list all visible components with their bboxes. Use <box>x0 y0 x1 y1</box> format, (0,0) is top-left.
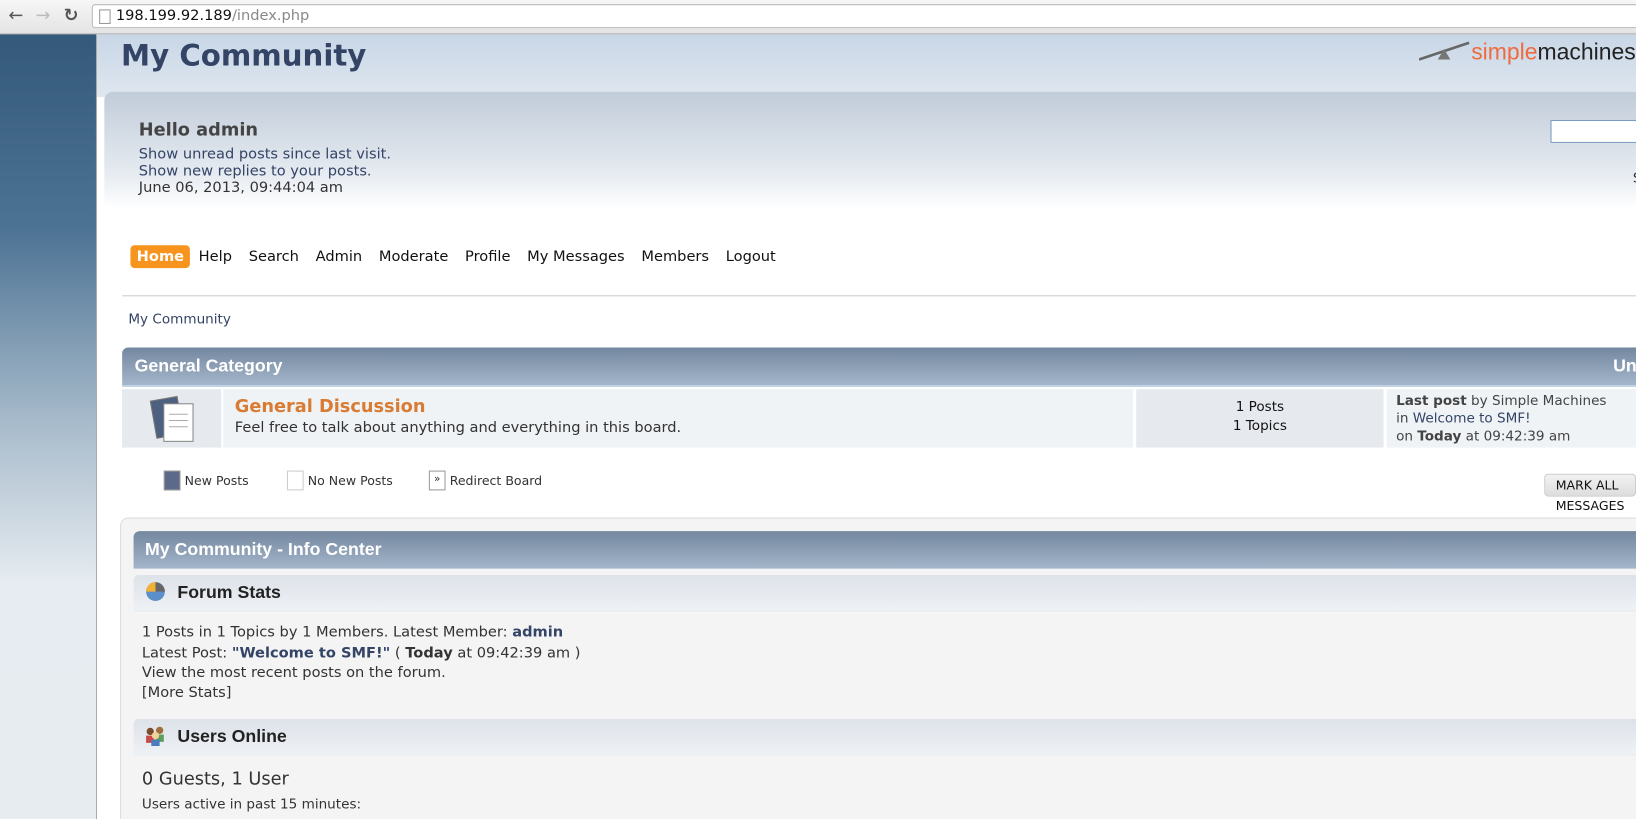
forum-page: My Community simplemachines Hello admin … <box>97 34 1636 819</box>
legend-new-posts: New Posts <box>163 470 249 491</box>
users-icon <box>146 726 164 747</box>
seesaw-icon <box>1418 41 1470 61</box>
last-post-label: Last post <box>1396 393 1467 410</box>
info-center: My Community - Info Center Forum Stats 1… <box>119 517 1636 819</box>
board-icon-cell <box>122 389 222 448</box>
user-section: Hello admin Show unread posts since last… <box>104 91 1636 209</box>
redirect-icon: » <box>428 470 446 491</box>
forum-title[interactable]: My Community <box>121 39 366 73</box>
nav-admin[interactable]: Admin <box>307 245 370 268</box>
greeting: Hello admin <box>138 119 259 141</box>
no-new-posts-icon <box>286 470 304 491</box>
mark-all-read-button[interactable]: MARK ALL MESSAGES AS READ <box>1544 473 1636 534</box>
board-stats: 1 Posts 1 Topics <box>1136 389 1384 448</box>
forum-stats-header: Forum Stats <box>133 574 1636 612</box>
nav-search[interactable]: Search <box>240 245 307 268</box>
more-stats-link[interactable]: [More Stats] <box>142 684 232 701</box>
board-name-link[interactable]: General Discussion <box>235 396 426 417</box>
board-description: Feel free to talk about anything and eve… <box>234 419 682 437</box>
latest-post: Latest Post: "Welcome to SMF!" ( Today a… <box>142 645 581 662</box>
users-online-title[interactable]: Users Online <box>177 726 286 747</box>
post-count: 1 Posts <box>1235 399 1285 416</box>
board-info: General Discussion Feel free to talk abo… <box>223 389 1134 448</box>
nav-moderate[interactable]: Moderate <box>370 245 456 268</box>
legend-redirect-board: » Redirect Board <box>428 470 543 491</box>
last-post-topic-link[interactable]: Welcome to SMF! <box>1413 411 1531 427</box>
latest-member-link[interactable]: admin <box>512 624 563 641</box>
latest-post-label: Latest Post: <box>141 644 232 662</box>
forum-stats-title[interactable]: Forum Stats <box>177 582 280 603</box>
stats-text: 1 Posts in 1 Topics by 1 Members. Latest… <box>141 623 513 641</box>
url-path: /index.php <box>231 7 310 24</box>
page-icon <box>99 9 111 24</box>
category-title[interactable]: General Category <box>135 356 283 377</box>
online-count-link[interactable]: 0 Guests, 1 User <box>142 769 289 790</box>
latest-post-day: Today <box>405 644 453 662</box>
in-label: in <box>1396 411 1413 427</box>
nav-logout[interactable]: Logout <box>717 245 784 268</box>
page-background <box>0 34 98 819</box>
reload-icon[interactable]: ↻ <box>64 5 79 26</box>
users-online-header: Users Online <box>133 718 1636 756</box>
category-header: General Category Un <box>122 347 1636 388</box>
browser-toolbar: ← → ↻ 198.199.92.189/index.php <box>0 0 1636 35</box>
nav-my-messages[interactable]: My Messages <box>519 245 633 268</box>
last-post-day: Today <box>1417 428 1462 445</box>
stats-summary: 1 Posts in 1 Topics by 1 Members. Latest… <box>142 624 563 641</box>
url-host: 198.199.92.189 <box>115 7 232 24</box>
pie-chart-icon <box>146 582 165 601</box>
unread-posts-link[interactable]: Show unread posts since last visit. <box>139 146 391 163</box>
last-post-author: by Simple Machines <box>1466 393 1607 410</box>
on-label: on <box>1396 428 1418 445</box>
board-last-post: Last post by Simple Machines in Welcome … <box>1386 389 1636 448</box>
paren: ( <box>390 644 406 662</box>
forward-icon[interactable]: → <box>35 5 50 26</box>
nav-members[interactable]: Members <box>633 245 717 268</box>
top-header: My Community simplemachines <box>97 34 1636 98</box>
address-bar[interactable]: 198.199.92.189/index.php <box>91 4 1636 29</box>
new-replies-link[interactable]: Show new replies to your posts. <box>139 163 372 180</box>
legend-label: New Posts <box>184 473 249 488</box>
last-post-time: at 09:42:39 am <box>1461 428 1571 445</box>
main-menu: Home Help Search Admin Moderate Profile … <box>130 245 784 269</box>
recent-posts-link[interactable]: View the most recent posts on the forum. <box>142 665 446 682</box>
nav-home[interactable]: Home <box>130 245 191 269</box>
current-datetime: June 06, 2013, 09:44:04 am <box>138 179 344 197</box>
topic-count: 1 Topics <box>1232 418 1287 435</box>
latest-post-time: at 09:42:39 am ) <box>452 644 581 662</box>
nav-profile[interactable]: Profile <box>457 245 519 268</box>
back-icon[interactable]: ← <box>8 5 23 26</box>
active-users-text: Users active in past 15 minutes: <box>141 797 362 813</box>
search-input[interactable] <box>1550 119 1636 143</box>
divider <box>122 295 1636 297</box>
board-posts-icon <box>149 395 194 442</box>
unread-link[interactable]: Un <box>1613 356 1636 377</box>
legend-no-new-posts: No New Posts <box>286 470 393 491</box>
simple-machines-logo[interactable]: simplemachines <box>1418 39 1636 66</box>
legend-label: No New Posts <box>307 473 393 488</box>
info-center-title[interactable]: My Community - Info Center <box>145 539 382 560</box>
info-center-header: My Community - Info Center <box>133 531 1636 569</box>
breadcrumb[interactable]: My Community <box>128 312 231 328</box>
latest-post-link[interactable]: "Welcome to SMF!" <box>232 645 390 662</box>
new-posts-icon <box>163 470 181 491</box>
nav-help[interactable]: Help <box>190 245 240 268</box>
legend-label: Redirect Board <box>449 473 543 488</box>
